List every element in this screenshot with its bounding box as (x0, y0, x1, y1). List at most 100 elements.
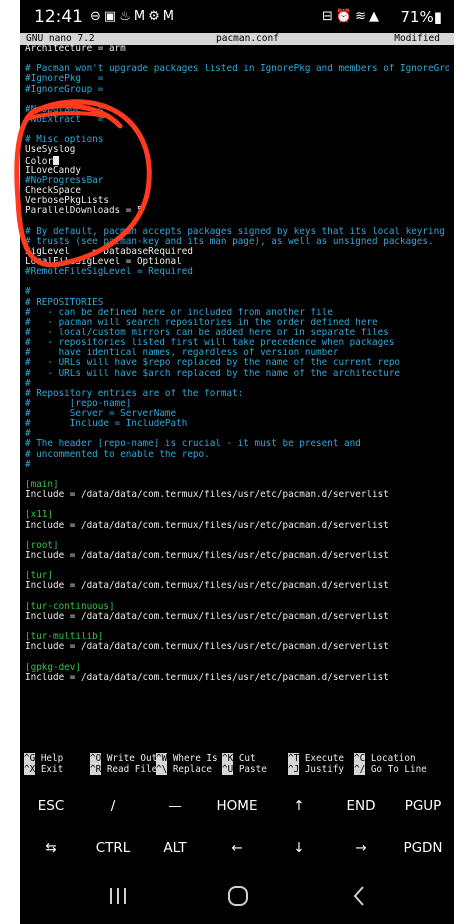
editor-line[interactable]: Include = /data/data/com.termux/files/us… (25, 612, 449, 622)
recent-apps-icon[interactable] (108, 886, 128, 906)
shortcut-key: ^T (288, 753, 300, 764)
editor-line[interactable]: #IgnorePkg = (25, 74, 449, 84)
editor-line[interactable]: # Server = ServerName (25, 409, 449, 419)
editor-line[interactable]: # - local/custom mirrors can be added he… (25, 328, 449, 338)
editor-line[interactable] (25, 561, 449, 571)
arrow-left-icon[interactable]: ← (206, 840, 268, 856)
editor-line[interactable]: ParallelDownloads = 5 (25, 206, 449, 216)
editor-line[interactable]: # - can be defined here or included from… (25, 308, 449, 318)
status-time: 12:41 (34, 7, 83, 27)
home-icon[interactable] (227, 885, 249, 907)
esc-key[interactable]: ESC (20, 798, 82, 814)
editor-line[interactable]: ILoveCandy (25, 166, 449, 176)
editor-line[interactable]: [root] (25, 541, 449, 551)
editor-line-text: [tur-continuous] (25, 601, 115, 612)
editor-line[interactable]: Include = /data/data/com.termux/files/us… (25, 642, 449, 652)
shortcut-label: Location (370, 753, 416, 764)
editor-line[interactable]: # By default, pacman accepts packages si… (25, 227, 449, 237)
editor-line[interactable]: Include = /data/data/com.termux/files/us… (25, 521, 449, 531)
editor-line[interactable]: #NoUpgrade = (25, 105, 449, 115)
editor-line[interactable]: #NoExtract = (25, 115, 449, 125)
arrow-right-icon[interactable]: → (330, 840, 392, 856)
editor-line[interactable]: Include = /data/data/com.termux/files/us… (25, 551, 449, 561)
shortcut-item[interactable]: ^R Read File (90, 763, 157, 776)
editor-line[interactable] (25, 500, 449, 510)
arrow-up-icon[interactable]: ↑ (268, 798, 330, 814)
editor-line[interactable] (25, 277, 449, 287)
editor-line[interactable]: VerbosePkgLists (25, 196, 449, 206)
editor-line[interactable]: # have identical names, regardless of ve… (25, 348, 449, 358)
signal-icon: ▲ (369, 9, 382, 24)
editor-line[interactable] (25, 592, 449, 602)
editor-line[interactable]: #NoProgressBar (25, 176, 449, 186)
home-key[interactable]: HOME (206, 798, 268, 814)
shortcut-item[interactable]: ^\ Replace (156, 763, 212, 776)
editor-line[interactable] (25, 531, 449, 541)
pgup-key[interactable]: PGUP (392, 798, 454, 814)
pgdn-key[interactable]: PGDN (392, 840, 454, 856)
editor-line[interactable]: [gpkg-dev] (25, 663, 449, 673)
editor-line[interactable]: # uncommented to enable the repo. (25, 450, 449, 460)
shortcut-item[interactable]: ^U Paste (222, 763, 267, 776)
editor-line-text: ParallelDownloads = 5 (25, 206, 143, 217)
editor-text-area[interactable]: Architecture = arm # Pacman won't upgrade… (25, 44, 449, 683)
shortcut-label: Justify (304, 763, 344, 775)
editor-line[interactable]: # - URLs will have $arch replaced by the… (25, 369, 449, 379)
editor-line[interactable]: # Misc options (25, 135, 449, 145)
alt-key[interactable]: ALT (144, 840, 206, 856)
editor-line[interactable]: # Include = IncludePath (25, 419, 449, 429)
editor-line[interactable]: # Pacman won't upgrade packages listed i… (25, 64, 449, 74)
editor-line[interactable]: # - repositories listed first will take … (25, 338, 449, 348)
editor-line[interactable]: # REPOSITORIES (25, 298, 449, 308)
dash-key[interactable]: — (144, 798, 206, 814)
editor-line[interactable]: SigLevel = DatabaseRequired (25, 247, 449, 257)
editor-line[interactable]: Include = /data/data/com.termux/files/us… (25, 581, 449, 591)
end-key[interactable]: END (330, 798, 392, 814)
slash-key[interactable]: / (82, 798, 144, 814)
editor-line-text: UseSyslog (25, 145, 76, 156)
editor-line[interactable]: # Repository entries are of the format: (25, 389, 449, 399)
editor-line[interactable]: #RemoteFileSigLevel = Required (25, 267, 449, 277)
editor-line[interactable]: # (25, 379, 449, 389)
editor-line[interactable]: [tur-continuous] (25, 602, 449, 612)
editor-line[interactable]: [x11] (25, 510, 449, 520)
editor-line[interactable] (25, 216, 449, 226)
back-icon[interactable] (352, 885, 366, 907)
status-bar: 12:41 ⊖▣♨M⚙M ⊟⏰≋▲ 71%▮ (20, 0, 454, 34)
editor-line[interactable]: Architecture = arm (25, 44, 449, 54)
editor-line[interactable] (25, 125, 449, 135)
editor-line[interactable]: Include = /data/data/com.termux/files/us… (25, 490, 449, 500)
tab-icon[interactable]: ⇆ (20, 840, 82, 856)
editor-line[interactable]: # [repo-name] (25, 399, 449, 409)
editor-line[interactable]: #IgnoreGroup = (25, 85, 449, 95)
shortcut-item[interactable]: ^X Exit (24, 763, 63, 776)
editor-line[interactable]: CheckSpace (25, 186, 449, 196)
editor-line-text: Include = /data/data/com.termux/files/us… (25, 490, 389, 501)
editor-line[interactable] (25, 54, 449, 64)
editor-line[interactable]: # trusts (see pacman-key and its man pag… (25, 237, 449, 247)
editor-line-text: Include = /data/data/com.termux/files/us… (25, 611, 389, 622)
editor-line[interactable]: # (25, 287, 449, 297)
editor-line[interactable]: # The header [repo-name] is crucial - it… (25, 439, 449, 449)
battery-percent: 71% (400, 8, 434, 26)
editor-line[interactable] (25, 470, 449, 480)
arrow-down-icon[interactable]: ↓ (268, 840, 330, 856)
editor-line[interactable]: [tur-multilib] (25, 632, 449, 642)
editor-line[interactable]: # - pacman will search repositories in t… (25, 318, 449, 328)
editor-line-text: # The header [repo-name] is crucial - it… (25, 439, 361, 450)
editor-line[interactable] (25, 95, 449, 105)
editor-line[interactable]: Color (25, 155, 449, 166)
editor-line[interactable]: Include = /data/data/com.termux/files/us… (25, 673, 449, 683)
editor-line[interactable]: LocalFileSigLevel = Optional (25, 257, 449, 267)
shortcut-item[interactable]: ^J Justify (288, 763, 344, 776)
editor-line[interactable]: UseSyslog (25, 145, 449, 155)
editor-line[interactable] (25, 652, 449, 662)
editor-line[interactable]: [main] (25, 480, 449, 490)
editor-line[interactable] (25, 622, 449, 632)
editor-line[interactable]: # (25, 460, 449, 470)
editor-line[interactable]: # - URLs will have $repo replaced by the… (25, 358, 449, 368)
ctrl-key[interactable]: CTRL (82, 840, 144, 856)
shortcut-item[interactable]: ^/ Go To Line (354, 763, 427, 776)
editor-line[interactable]: # (25, 429, 449, 439)
editor-line[interactable]: [tur] (25, 571, 449, 581)
